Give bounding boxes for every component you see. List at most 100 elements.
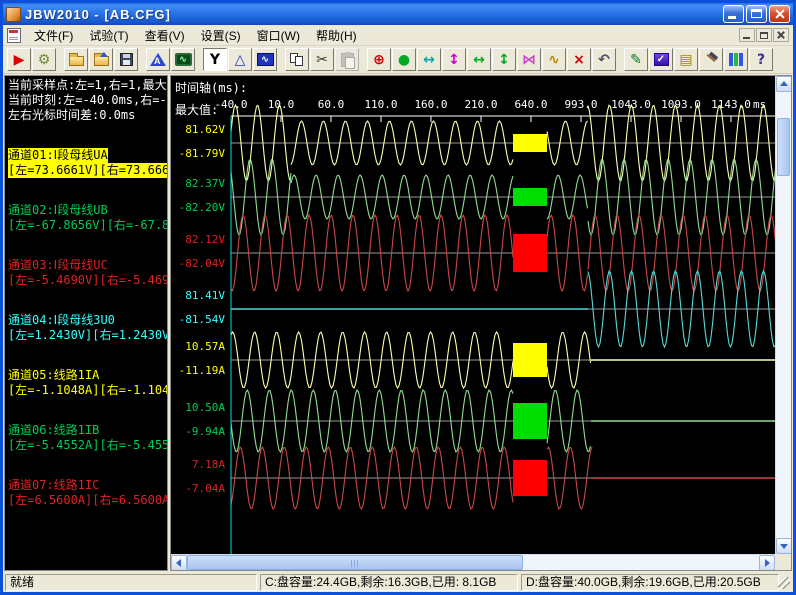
- tick-label: 640.0: [514, 98, 547, 111]
- toolbar-button-settings-gears[interactable]: ⚙: [32, 48, 56, 71]
- time-axis-label: 时间轴(ms):: [175, 79, 247, 96]
- status-disk-c: C:盘容量:24.4GB,剩余:16.3GB,已用: 8.1GB: [260, 574, 518, 591]
- break-marker-ch01: [513, 134, 547, 152]
- title-bar[interactable]: JBW2010 - [AB.CFG]: [3, 3, 793, 25]
- toolbar-button-open-folder[interactable]: [89, 48, 113, 71]
- menu-test[interactable]: 试验(T): [81, 25, 136, 46]
- toolbar-button-wye-connection[interactable]: Y: [203, 48, 227, 71]
- channel-min-value-ch07: -7.04A: [171, 482, 225, 495]
- toolbar-button-wave-window[interactable]: ∿: [253, 48, 277, 71]
- menu-window[interactable]: 窗口(W): [249, 25, 308, 46]
- waveform-plot[interactable]: 时间轴(ms): 最大值: -40.010.060.0110.0160.0210…: [171, 76, 775, 554]
- tick-label: 1043.0: [611, 98, 651, 111]
- document-icon[interactable]: [7, 28, 21, 43]
- channel-info-02[interactable]: 通道02:Ⅰ段母线UB[左=-67.8656V][右=-67.8656: [8, 203, 164, 233]
- tick-label: 160.0: [414, 98, 447, 111]
- channel-values: [左=-67.8656V][右=-67.8656: [8, 218, 168, 233]
- toolbar-button-compress-horizontal[interactable]: ⋈: [517, 48, 541, 71]
- channel-info-05[interactable]: 通道05:线路1IA[左=-1.1048A][右=-1.1048A]: [8, 368, 164, 398]
- scroll-right-button[interactable]: [759, 555, 775, 571]
- channel-max-value-ch07: 7.18A: [171, 458, 225, 471]
- app-icon: [6, 7, 21, 22]
- toolbar-button-compress-vertical[interactable]: ∿: [542, 48, 566, 71]
- minimize-button[interactable]: [723, 5, 744, 23]
- child-restore-button[interactable]: [756, 28, 772, 42]
- save-icon: [120, 53, 133, 66]
- toolbar-button-help[interactable]: ?: [749, 48, 773, 71]
- toolbar-button-delta-connection[interactable]: △: [228, 48, 252, 71]
- channel-info-04[interactable]: 通道04:Ⅰ段母线3U0[左=1.2430V][右=1.2430V][右: [8, 313, 164, 343]
- channel-values: [左=-5.4552A][右=-5.4552A]: [8, 438, 168, 453]
- toolbar-button-annotate-pen[interactable]: ✎: [624, 48, 648, 71]
- child-minimize-button[interactable]: [739, 28, 755, 42]
- compress-vertical-icon: ∿: [548, 53, 560, 67]
- toolbar-button-copy[interactable]: [285, 48, 309, 71]
- toolbar-button-delete[interactable]: ×: [567, 48, 591, 71]
- menu-view[interactable]: 查看(V): [137, 25, 193, 46]
- menu-file[interactable]: 文件(F): [26, 25, 81, 46]
- maximize-button[interactable]: [746, 5, 767, 23]
- scroll-up-button[interactable]: [776, 76, 792, 92]
- run-icon: ▶: [14, 53, 25, 67]
- zoom-in-icon: ⊕: [373, 53, 385, 67]
- axis-unit-label: ms: [753, 98, 766, 111]
- max-values-label: 最大值:: [175, 101, 218, 118]
- toolbar-separator: [57, 48, 64, 71]
- status-disk-d: D:盘容量:40.0GB,剩余:19.6GB,已用:20.5GB: [521, 574, 779, 591]
- channel-max-value-ch04: 81.41V: [171, 289, 225, 302]
- toolbar-button-expand-vertical[interactable]: ↕: [492, 48, 516, 71]
- menu-settings[interactable]: 设置(S): [193, 25, 249, 46]
- toolbar-button-tools-hammer[interactable]: [699, 48, 723, 71]
- channel-max-value-ch05: 10.57A: [171, 340, 225, 353]
- expand-vertical-icon: ↕: [498, 53, 510, 67]
- delete-icon: ×: [573, 53, 585, 67]
- toolbar-button-cursor-updown[interactable]: ↕: [442, 48, 466, 71]
- toolbar-button-report[interactable]: ▤: [674, 48, 698, 71]
- channel-values: [左=-1.1048A][右=-1.1048A]: [8, 383, 168, 398]
- settings-gears-icon: ⚙: [38, 53, 51, 67]
- channel-values: [左=6.5600A][右=6.5600A][右: [8, 493, 168, 508]
- toolbar-button-undo[interactable]: ↶: [592, 48, 616, 71]
- channel-max-value-ch01: 81.62V: [171, 123, 225, 136]
- close-button[interactable]: [769, 5, 790, 23]
- menu-help[interactable]: 帮助(H): [308, 25, 365, 46]
- toolbar-button-open-file[interactable]: [64, 48, 88, 71]
- channel-title: 通道05:线路1IA: [8, 368, 99, 383]
- toolbar-button-font-display[interactable]: A: [146, 48, 170, 71]
- toolbar-button-save[interactable]: [114, 48, 138, 71]
- app-window: JBW2010 - [AB.CFG] 文件(F)试验(T)查看(V)设置(S)窗…: [0, 0, 796, 595]
- scroll-down-button[interactable]: [776, 538, 792, 554]
- sample-info-line-1: 当前采样点:左=1,右=1,最大=: [8, 78, 164, 93]
- tick-label: 210.0: [464, 98, 497, 111]
- annotate-pen-icon: ✎: [630, 53, 642, 67]
- channel-info-01[interactable]: 通道01:Ⅰ段母线UA[左=73.6661V][右=73.6661V]: [8, 148, 164, 178]
- toolbar-button-paste[interactable]: [335, 48, 359, 71]
- copy-icon: [290, 53, 304, 67]
- tick-label: -40.0: [214, 98, 247, 111]
- font-display-icon: A: [150, 53, 166, 66]
- toolbar-button-run[interactable]: ▶: [7, 48, 31, 71]
- resize-grip[interactable]: [778, 577, 790, 589]
- channel-title: 通道01:Ⅰ段母线UA: [8, 148, 108, 163]
- toolbar-button-cut[interactable]: ✂: [310, 48, 334, 71]
- toolbar-button-cursor-step[interactable]: ↔: [417, 48, 441, 71]
- toolbar-button-zoom-in[interactable]: ⊕: [367, 48, 391, 71]
- toolbar-button-scope-view[interactable]: ∿: [171, 48, 195, 71]
- toolbar-button-marker-dot[interactable]: ●: [392, 48, 416, 71]
- child-close-button[interactable]: [773, 28, 789, 42]
- channel-info-06[interactable]: 通道06:线路1IB[左=-5.4552A][右=-5.4552A]: [8, 423, 164, 453]
- horizontal-scroll-thumb[interactable]: [187, 555, 523, 570]
- channel-info-07[interactable]: 通道07:线路1IC[左=6.5600A][右=6.5600A][右: [8, 478, 164, 508]
- open-file-icon: [69, 56, 84, 66]
- toolbar-button-columns-view[interactable]: [724, 48, 748, 71]
- report-icon: ▤: [679, 53, 692, 67]
- toolbar-button-confirm-window[interactable]: ✓: [649, 48, 673, 71]
- vertical-scroll-thumb[interactable]: [777, 118, 790, 176]
- vertical-scrollbar[interactable]: [775, 76, 791, 554]
- toolbar-button-expand-horizontal[interactable]: ↔: [467, 48, 491, 71]
- horizontal-scroll-track[interactable]: [523, 555, 759, 570]
- horizontal-scrollbar[interactable]: [171, 554, 775, 570]
- channel-info-03[interactable]: 通道03:Ⅰ段母线UC[左=-5.4690V][右=-5.4690V]: [8, 258, 164, 288]
- break-marker-ch03: [513, 234, 547, 272]
- scroll-left-button[interactable]: [171, 555, 187, 571]
